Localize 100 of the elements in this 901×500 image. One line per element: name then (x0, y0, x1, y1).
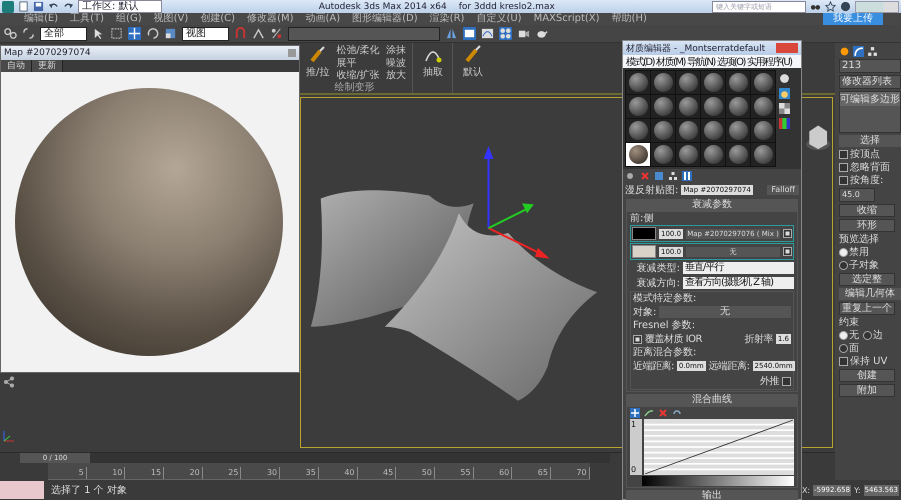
falloff-direction-dropdown[interactable]: 查看方向(摄影机 Z 轴) (683, 277, 794, 289)
menu-item[interactable]: 渲染(R) (430, 13, 464, 25)
share-icon[interactable] (3, 376, 15, 388)
radio-button[interactable] (839, 261, 848, 270)
rollout-header[interactable]: 混合曲线 (626, 394, 798, 406)
material-sample-slot[interactable] (701, 119, 725, 142)
ribbon-tool[interactable]: 噪波 (386, 58, 406, 70)
panel-button[interactable]: 环形 (839, 219, 895, 232)
color-swatch[interactable] (632, 245, 656, 258)
map-type-button[interactable]: Falloff (767, 185, 799, 195)
new-file-icon[interactable] (18, 1, 29, 12)
panel-button[interactable]: 重复上一个 (839, 302, 895, 315)
material-sample-slot[interactable] (726, 95, 750, 118)
select-arrow-icon[interactable] (92, 27, 105, 40)
menu-item[interactable]: 模式(D) (626, 54, 654, 68)
object-name-field[interactable]: 213 (839, 59, 901, 73)
menu-item[interactable]: 工具(T) (70, 13, 104, 25)
modifier-list-dropdown[interactable]: 修改器列表 (839, 75, 901, 89)
material-sample-slot[interactable] (751, 95, 775, 118)
radio-button[interactable] (839, 344, 848, 353)
checkbox[interactable] (782, 376, 791, 386)
menu-item[interactable]: 动画(A) (306, 13, 340, 25)
panel-button[interactable]: 附加 (839, 384, 895, 397)
reference-coordinate-dropdown[interactable]: 视图 (182, 26, 229, 40)
material-sample-slot[interactable] (626, 143, 650, 166)
rotate-icon[interactable] (146, 27, 159, 40)
layer-icon[interactable] (463, 27, 476, 40)
material-sample-slot[interactable] (626, 119, 650, 142)
timeline-ruler[interactable]: 5 10 15 20 25 30 35 40 45 50 55 60 65 70 (48, 463, 590, 480)
menu-item[interactable]: 自定义(U) (476, 13, 522, 25)
object-pick-button[interactable]: 无 (659, 306, 791, 318)
link-icon[interactable] (4, 27, 17, 40)
rollout-header[interactable]: 衰减参数 (626, 199, 798, 211)
rollout-header[interactable]: 输出 (626, 490, 798, 500)
save-icon[interactable] (33, 1, 44, 12)
menu-item[interactable]: 视图(V) (154, 13, 188, 25)
material-sample-slot[interactable] (676, 71, 700, 94)
mirror-icon[interactable] (445, 27, 458, 40)
radio-button[interactable] (839, 248, 848, 257)
color-swatch[interactable] (632, 227, 656, 240)
modifier-stack[interactable]: 可编辑多边形 (839, 91, 901, 133)
menu-item[interactable]: 修改器(M) (247, 13, 294, 25)
unlink-icon[interactable] (22, 27, 35, 40)
backlight-icon[interactable] (779, 88, 790, 99)
rectangle-select-icon[interactable] (110, 27, 123, 40)
material-sample-slot[interactable] (651, 143, 675, 166)
color-bars-icon[interactable] (779, 118, 790, 129)
menu-item[interactable]: 创建(C) (200, 13, 236, 25)
material-sample-slot[interactable] (751, 143, 775, 166)
toolbar-button[interactable]: 更新 (32, 60, 63, 72)
push-pull-tool[interactable]: 推/拉 (303, 43, 332, 82)
maxscript-listener-field[interactable] (0, 481, 44, 499)
ribbon-tool[interactable]: 放大 (386, 70, 406, 82)
panel-button[interactable]: 选定整 (839, 273, 895, 286)
panel-button[interactable]: 创建 (839, 369, 895, 382)
material-sample-slot[interactable] (701, 95, 725, 118)
angle-snap-icon[interactable] (252, 27, 265, 40)
falloff-type-dropdown[interactable]: 垂直/平行 (683, 262, 794, 274)
material-sample-slot[interactable] (676, 119, 700, 142)
menu-item[interactable]: 材质(M) (656, 54, 685, 68)
app-logo-icon[interactable] (2, 0, 14, 12)
material-sample-slot[interactable] (651, 95, 675, 118)
stack-item[interactable]: 可编辑多边形 (840, 92, 900, 106)
material-editor-icon[interactable] (499, 27, 512, 40)
checker-icon[interactable] (779, 103, 790, 114)
material-sample-slot[interactable] (676, 143, 700, 166)
add-point-icon[interactable] (644, 408, 654, 418)
checkbox[interactable] (839, 150, 848, 159)
percent-snap-icon[interactable] (270, 27, 283, 40)
checkbox[interactable] (633, 334, 642, 344)
menu-item[interactable]: MAXScript(X) (534, 13, 600, 25)
angle-field[interactable]: 45.0 (839, 188, 875, 202)
show-map-icon[interactable] (682, 171, 692, 181)
radio-button[interactable] (863, 331, 872, 340)
default-tool[interactable]: 默认 (452, 43, 486, 93)
material-sample-slot[interactable] (701, 71, 725, 94)
named-selection-field[interactable] (288, 26, 440, 40)
menu-item[interactable]: 实用程序(U) (746, 54, 792, 68)
sphere-icon[interactable] (779, 73, 790, 84)
ribbon-tool[interactable]: 松弛/柔化 (336, 45, 380, 57)
menu-item[interactable]: 组(G) (116, 13, 142, 25)
ribbon-tool[interactable]: 展平 (336, 58, 380, 70)
menu-item[interactable]: 导航(N) (686, 54, 715, 68)
star-icon[interactable] (825, 1, 836, 12)
move-gizmo-drawing[interactable] (484, 146, 550, 259)
material-sample-slot[interactable] (651, 119, 675, 142)
menu-item[interactable]: 选项(O) (716, 54, 745, 68)
checkbox[interactable] (839, 163, 848, 172)
material-sample-slot[interactable] (626, 71, 650, 94)
material-sample-slot[interactable] (726, 143, 750, 166)
move-icon[interactable] (128, 27, 141, 40)
rollout-header[interactable]: 编辑几何体 (839, 288, 901, 300)
workspace-dropdown[interactable]: 工作区: 默认 (78, 0, 162, 13)
move-point-icon[interactable] (630, 408, 640, 418)
material-sample-slot[interactable] (651, 71, 675, 94)
assign-material-icon[interactable] (654, 171, 664, 181)
extract-tool[interactable]: 抽取 (412, 43, 446, 93)
ribbon-tool[interactable]: 收缩/扩张 (336, 70, 380, 82)
scale-icon[interactable] (164, 27, 177, 40)
upload-button[interactable]: 我要上传 (823, 13, 883, 25)
